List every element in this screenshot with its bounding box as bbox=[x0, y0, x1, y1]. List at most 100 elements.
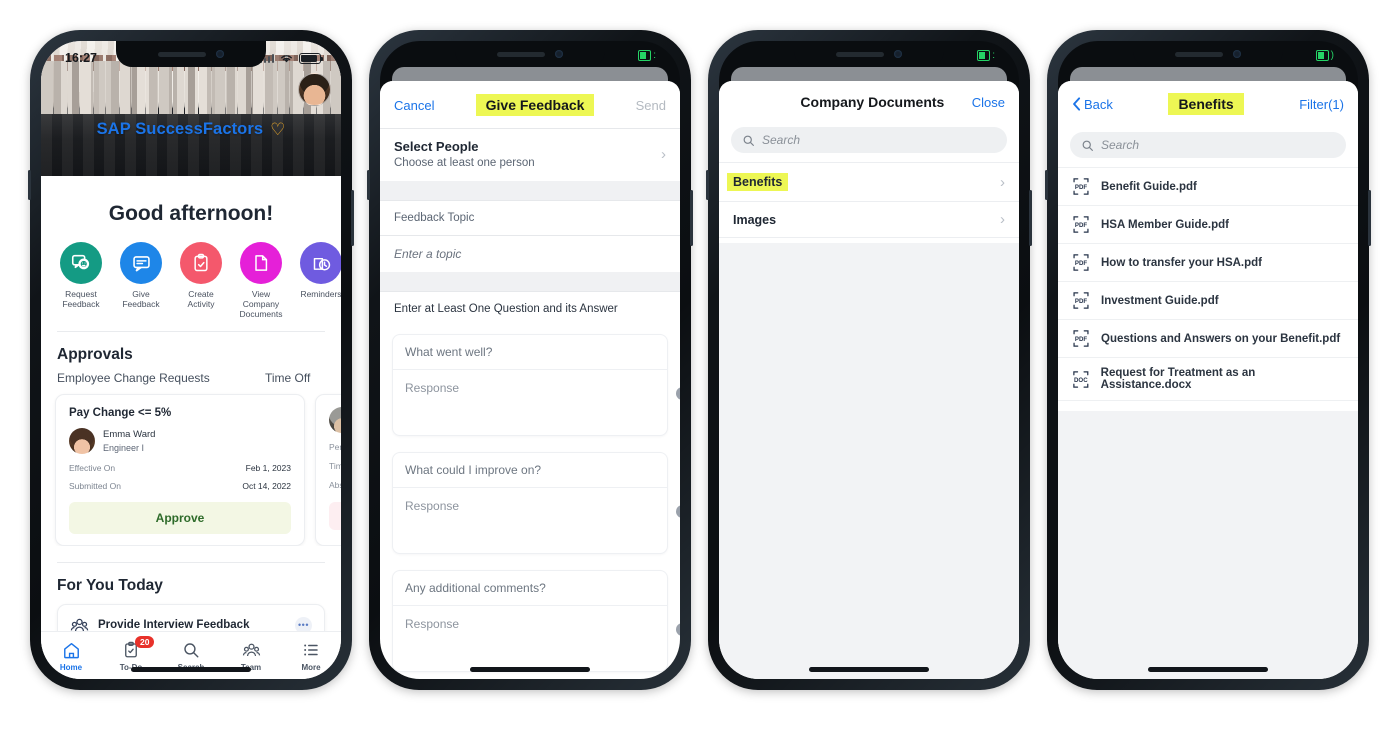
pdf-file-icon: PDF bbox=[1073, 330, 1089, 347]
answer-input[interactable]: Response bbox=[393, 606, 667, 671]
timeoff-action-button[interactable] bbox=[329, 502, 341, 531]
phone-2-screen: : Cancel Give Feedback Send Select Peopl… bbox=[380, 41, 680, 679]
effective-on-row: Effective On Feb 1, 2023 bbox=[69, 463, 291, 473]
document-row[interactable]: PDF HSA Member Guide.pdf bbox=[1058, 205, 1358, 243]
send-button[interactable]: Send bbox=[636, 98, 666, 113]
status-time: 16:27 bbox=[65, 51, 97, 65]
company-documents-sheet: Company Documents Close Search Benefits … bbox=[719, 81, 1019, 679]
phone-3-company-documents: : Company Documents Close Search Benefit… bbox=[706, 30, 1032, 690]
pdf-file-icon: PDF bbox=[1073, 178, 1089, 195]
document-name: Request for Treatment as an Assistance.d… bbox=[1100, 367, 1256, 391]
give-feedback-sheet: Cancel Give Feedback Send Select People … bbox=[380, 81, 680, 679]
page-title: Benefits bbox=[1168, 93, 1244, 115]
pdf-file-icon: PDF bbox=[1073, 216, 1089, 233]
approval-card-pay-change[interactable]: Pay Change <= 5% Emma Ward Engineer I Ef… bbox=[55, 394, 305, 546]
phone-4-screen: ) Back Benefits Filter(1) Search PDF Ben… bbox=[1058, 41, 1358, 679]
approve-button[interactable]: Approve bbox=[69, 501, 291, 534]
document-name: How to transfer your HSA.pdf bbox=[1101, 256, 1263, 269]
clear-question-icon[interactable]: × bbox=[676, 387, 680, 400]
sheet-header: Company Documents Close bbox=[719, 81, 1019, 119]
timeoff-period-label: Period bbox=[329, 442, 341, 453]
effective-on-value: Feb 1, 2023 bbox=[245, 462, 291, 473]
approvals-card-carousel[interactable]: Pay Change <= 5% Emma Ward Engineer I Ef… bbox=[41, 385, 341, 546]
search-placeholder: Search bbox=[1101, 138, 1140, 152]
search-placeholder: Search bbox=[762, 133, 801, 147]
battery-charging-icon: : bbox=[977, 50, 995, 61]
phone-3-screen: : Company Documents Close Search Benefit… bbox=[719, 41, 1019, 679]
document-row[interactable]: PDF Investment Guide.pdf bbox=[1058, 281, 1358, 319]
battery-icon bbox=[299, 52, 323, 64]
answer-input[interactable]: Response bbox=[393, 488, 667, 553]
status-indicators bbox=[259, 52, 323, 64]
svg-text:PDF: PDF bbox=[1075, 298, 1088, 305]
notch bbox=[794, 41, 944, 67]
feedback-topic-label: Feedback Topic bbox=[380, 201, 680, 235]
filter-button[interactable]: Filter(1) bbox=[1299, 97, 1344, 112]
speaker-icon bbox=[836, 51, 884, 57]
home-icon bbox=[41, 640, 101, 661]
approvals-subtitle-timeoff: Time Off bbox=[265, 371, 311, 386]
sheet-header: Back Benefits Filter(1) bbox=[1058, 81, 1358, 124]
document-name: Benefit Guide.pdf bbox=[1101, 180, 1197, 193]
back-label: Back bbox=[1084, 96, 1113, 112]
approvals-title: Approvals bbox=[57, 346, 133, 364]
search-input[interactable]: Search bbox=[731, 127, 1007, 153]
battery-charging-icon: : bbox=[638, 50, 656, 61]
empty-area bbox=[719, 243, 1019, 679]
tab-home[interactable]: Home bbox=[41, 640, 101, 672]
question-block-3[interactable]: Any additional comments? Response × bbox=[392, 570, 680, 672]
search-icon bbox=[1082, 140, 1093, 151]
back-button[interactable]: Back bbox=[1072, 97, 1113, 112]
quick-actions-row: Request Feedback Give Feedback Create Ac… bbox=[41, 242, 341, 319]
document-row[interactable]: DOC Request for Treatment as an Assistan… bbox=[1058, 357, 1358, 400]
svg-text:DOC: DOC bbox=[1074, 377, 1088, 384]
phone-1-home: 16:27 SAP SuccessFactors ♡ Good afternoo… bbox=[28, 30, 354, 690]
tab-more[interactable]: More bbox=[281, 640, 341, 672]
svg-text:PDF: PDF bbox=[1075, 260, 1088, 267]
quick-action-label: Reminders bbox=[300, 289, 341, 299]
approval-card-time-off[interactable]: Period Time Absence bbox=[315, 394, 341, 546]
home-indicator bbox=[1148, 667, 1268, 672]
document-row[interactable]: PDF Benefit Guide.pdf bbox=[1058, 167, 1358, 205]
document-name: Questions and Answers on your Benefit.pd… bbox=[1101, 332, 1341, 345]
approvals-subtitles: Employee Change Requests Time Off bbox=[41, 364, 341, 385]
quick-action-view-company-documents[interactable]: View Company Documents bbox=[235, 242, 287, 319]
effective-on-label: Effective On bbox=[69, 462, 116, 473]
question-text[interactable]: What could I improve on? bbox=[393, 453, 667, 488]
quick-action-request-feedback[interactable]: Request Feedback bbox=[55, 242, 107, 319]
speaker-icon bbox=[158, 51, 206, 57]
for-you-today-item-title: Provide Interview Feedback bbox=[98, 619, 250, 632]
notch bbox=[1133, 41, 1283, 67]
category-row-benefits[interactable]: Benefits › bbox=[719, 162, 1019, 201]
question-text[interactable]: Any additional comments? bbox=[393, 571, 667, 606]
quick-action-reminders[interactable]: Reminders bbox=[295, 242, 341, 319]
document-row[interactable]: PDF Questions and Answers on your Benefi… bbox=[1058, 319, 1358, 357]
question-block-1[interactable]: What went well? Response × bbox=[392, 334, 680, 436]
document-row[interactable]: PDF How to transfer your HSA.pdf bbox=[1058, 243, 1358, 281]
search-icon bbox=[743, 135, 754, 146]
clear-question-icon[interactable]: × bbox=[676, 623, 680, 636]
question-block-2[interactable]: What could I improve on? Response × bbox=[392, 452, 680, 554]
close-button[interactable]: Close bbox=[972, 95, 1005, 110]
search-input[interactable]: Search bbox=[1070, 132, 1346, 158]
home-indicator bbox=[809, 667, 929, 672]
category-row-images[interactable]: Images › bbox=[719, 201, 1019, 237]
question-text[interactable]: What went well? bbox=[393, 335, 667, 370]
select-people-row[interactable]: Select People Choose at least one person… bbox=[380, 129, 680, 181]
home-indicator bbox=[131, 667, 251, 672]
clear-question-icon[interactable]: × bbox=[676, 505, 680, 518]
view-company-documents-icon bbox=[240, 242, 282, 284]
quick-action-create-activity[interactable]: Create Activity bbox=[175, 242, 227, 319]
heart-outline-icon: ♡ bbox=[270, 120, 286, 139]
answer-input[interactable]: Response bbox=[393, 370, 667, 435]
feedback-topic-input[interactable]: Enter a topic bbox=[380, 236, 680, 272]
quick-action-label: Create Activity bbox=[187, 289, 215, 310]
category-label: Images bbox=[733, 212, 777, 227]
pdf-file-icon: PDF bbox=[1073, 292, 1089, 309]
speaker-icon bbox=[1175, 51, 1223, 57]
user-avatar[interactable] bbox=[298, 73, 331, 106]
quick-action-give-feedback[interactable]: Give Feedback bbox=[115, 242, 167, 319]
svg-text:PDF: PDF bbox=[1075, 222, 1088, 229]
cancel-button[interactable]: Cancel bbox=[394, 98, 434, 113]
section-gap bbox=[380, 272, 680, 291]
